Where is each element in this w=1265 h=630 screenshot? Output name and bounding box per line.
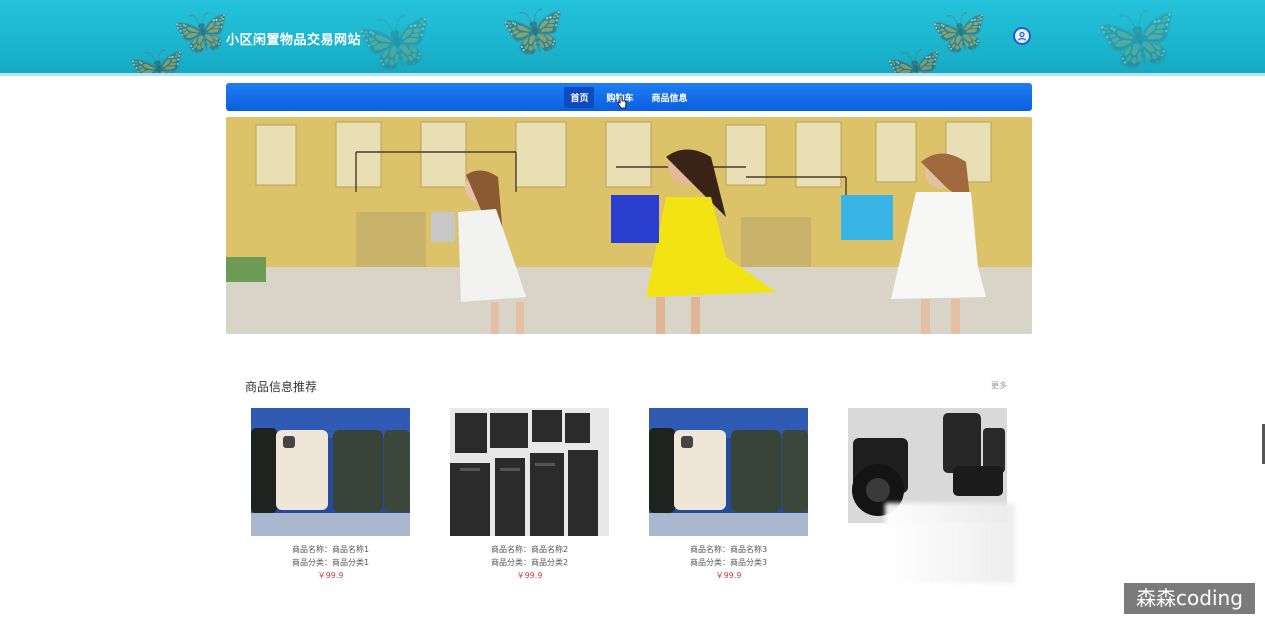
blurred-overlay	[885, 503, 1015, 583]
banner-image	[226, 117, 1032, 334]
product-name: 商品名称：商品名称1	[291, 545, 370, 554]
product-category: 商品分类：商品分类1	[291, 558, 370, 567]
hand-cursor-icon	[617, 95, 627, 109]
site-title: 小区闲置物品交易网站	[226, 33, 362, 48]
watermark-text: 森森coding	[1124, 583, 1255, 614]
product-image[interactable]	[450, 408, 609, 536]
butterfly-decoration-icon: 🦋	[885, 41, 943, 76]
product-image[interactable]	[649, 408, 808, 536]
product-category: 商品分类：商品分类2	[490, 558, 569, 567]
product-category: 商品分类：商品分类3	[689, 558, 768, 567]
product-card[interactable]: 商品名称：商品名称3 商品分类：商品分类3 ￥99.9	[649, 408, 808, 582]
product-price: ￥99.9	[715, 571, 742, 580]
nav-item-home[interactable]: 首页	[564, 86, 595, 108]
product-name: 商品名称：商品名称2	[490, 545, 569, 554]
hero-banner[interactable]	[226, 117, 1032, 334]
more-link[interactable]: 更多	[991, 380, 1007, 391]
butterfly-decoration-icon: 🦋	[1095, 0, 1178, 76]
product-card[interactable]: 商品名称：商品名称2 商品分类：商品分类2 ￥99.9	[450, 408, 609, 582]
butterfly-decoration-icon: 🦋	[500, 1, 565, 61]
product-image[interactable]	[251, 408, 410, 536]
main-navbar: 首页 购物车 商品信息	[226, 83, 1032, 111]
product-card[interactable]: 商品名称：商品名称1 商品分类：商品分类1 ￥99.9	[251, 408, 410, 582]
user-avatar-button[interactable]	[1013, 27, 1031, 45]
product-name: 商品名称：商品名称3	[689, 545, 768, 554]
nav-item-products[interactable]: 商品信息	[646, 87, 694, 108]
butterfly-decoration-icon: 🦋	[128, 41, 186, 76]
butterfly-decoration-icon: 🦋	[355, 4, 433, 76]
site-header: 🦋 🦋 🦋 🦋 🦋 🦋 🦋 小区闲置物品交易网站	[0, 0, 1265, 76]
recommend-section-title: 商品信息推荐	[245, 380, 318, 394]
product-price: ￥99.9	[317, 571, 344, 580]
user-circle-icon	[1017, 31, 1027, 41]
product-price: ￥99.9	[516, 571, 543, 580]
